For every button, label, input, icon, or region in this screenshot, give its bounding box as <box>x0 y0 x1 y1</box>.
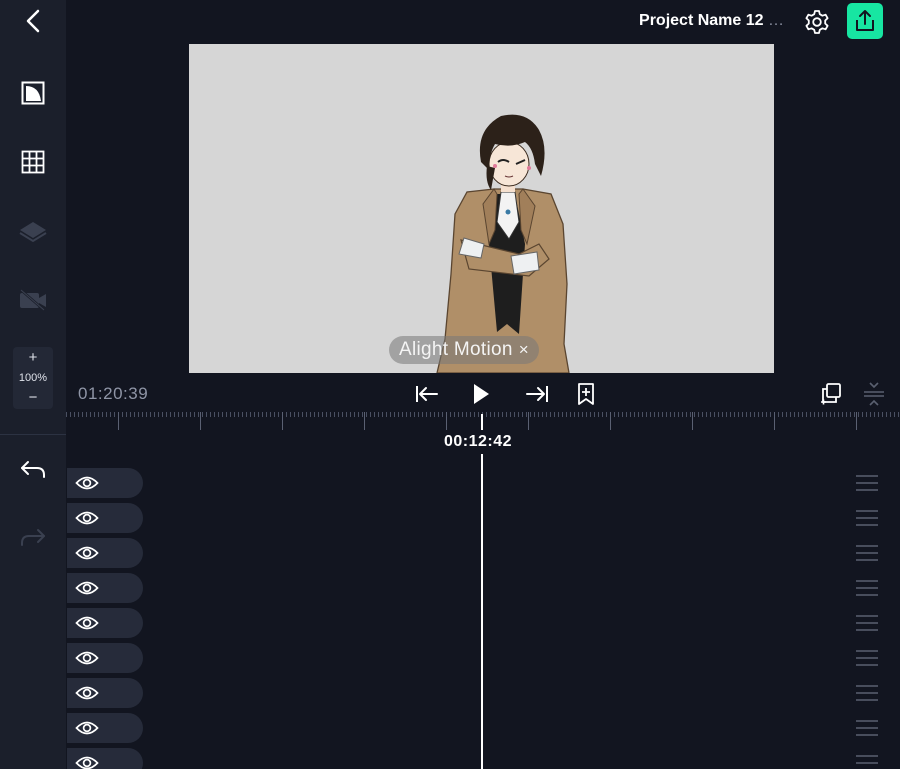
export-button[interactable] <box>847 3 883 39</box>
redo-button[interactable] <box>12 516 54 558</box>
layer-drag-handle[interactable] <box>855 648 879 668</box>
eye-icon <box>75 581 99 595</box>
skip-to-start-button[interactable] <box>413 380 441 408</box>
transport-bar: 01:20:39 <box>66 374 900 414</box>
redo-icon <box>21 529 45 546</box>
watermark-close-button[interactable]: × <box>519 340 529 360</box>
add-bookmark-button[interactable] <box>572 380 600 408</box>
drag-handle-icon <box>856 510 878 526</box>
eye-icon <box>75 546 99 560</box>
sidebar-divider <box>0 434 66 435</box>
project-name-text: Project Name 12 <box>639 12 764 29</box>
layer-visibility-toggle[interactable] <box>67 713 143 743</box>
layers-icon <box>19 222 47 243</box>
aspect-ratio-button[interactable] <box>12 72 54 114</box>
gear-icon <box>805 10 829 34</box>
aspect-ratio-icon <box>21 81 45 105</box>
skip-to-end-icon <box>526 386 548 402</box>
settings-button[interactable] <box>802 7 832 37</box>
layer-drag-handle[interactable] <box>855 683 879 703</box>
layer-drag-handle[interactable] <box>855 543 879 563</box>
preview-canvas[interactable]: Alight Motion × <box>189 44 774 373</box>
drag-handle-icon <box>856 580 878 596</box>
zoom-control: + 100% − <box>13 347 53 409</box>
skip-to-start-icon <box>416 386 438 402</box>
layer-visibility-toggle[interactable] <box>67 678 143 708</box>
layer-drag-handle[interactable] <box>855 753 879 769</box>
layer-visibility-toggle[interactable] <box>67 538 143 568</box>
chevron-left-icon <box>26 9 40 33</box>
camera-off-icon <box>20 289 46 311</box>
project-name[interactable]: Project Name 12 … <box>639 12 784 30</box>
grid-button[interactable] <box>12 141 54 183</box>
zoom-level: 100% <box>18 372 48 384</box>
layer-visibility-toggle[interactable] <box>67 643 143 673</box>
watermark-badge[interactable]: Alight Motion × <box>389 336 539 364</box>
drag-handle-icon <box>856 685 878 701</box>
duplicate-button[interactable] <box>817 380 845 408</box>
drag-handle-icon <box>856 615 878 631</box>
drag-handle-icon <box>856 545 878 561</box>
play-button[interactable] <box>467 380 495 408</box>
layer-drag-handle[interactable] <box>855 613 879 633</box>
layer-visibility-toggle[interactable] <box>67 468 143 498</box>
project-name-overflow: … <box>768 12 784 29</box>
playhead-time: 00:12:42 <box>441 430 516 454</box>
layer-drag-handle[interactable] <box>855 718 879 738</box>
watermark-text: Alight Motion <box>399 339 513 360</box>
layers-button[interactable] <box>12 210 54 252</box>
undo-icon <box>21 461 45 478</box>
layer-drag-handle[interactable] <box>855 508 879 528</box>
drag-handle-icon <box>856 755 878 764</box>
collapse-icon <box>864 382 884 406</box>
layer-visibility-toggle[interactable] <box>67 503 143 533</box>
layer-visibility-toggle[interactable] <box>67 608 143 638</box>
zoom-in-button[interactable]: + <box>29 350 38 365</box>
eye-icon <box>75 511 99 525</box>
duplicate-icon <box>821 383 841 405</box>
eye-icon <box>75 686 99 700</box>
undo-button[interactable] <box>12 448 54 490</box>
total-duration: 01:20:39 <box>78 384 149 403</box>
drag-handle-icon <box>856 650 878 666</box>
eye-icon <box>75 476 99 490</box>
zoom-out-button[interactable]: − <box>29 390 38 405</box>
playhead[interactable] <box>481 414 483 769</box>
bookmark-add-icon <box>578 383 594 405</box>
eye-icon <box>75 651 99 665</box>
eye-icon <box>75 616 99 630</box>
layer-visibility-toggle[interactable] <box>67 573 143 603</box>
eye-icon <box>75 756 99 769</box>
layer-drag-handle[interactable] <box>855 578 879 598</box>
back-button[interactable] <box>12 0 54 42</box>
left-toolbar: + 100% − <box>0 0 66 769</box>
play-icon <box>474 384 489 404</box>
share-export-icon <box>856 10 874 31</box>
collapse-timeline-button[interactable] <box>860 380 888 408</box>
top-bar: Project Name 12 … <box>66 0 900 44</box>
layer-visibility-toggle[interactable] <box>67 748 143 769</box>
drag-handle-icon <box>856 720 878 736</box>
drag-handle-icon <box>856 475 878 491</box>
character-illustration <box>436 114 570 373</box>
layer-drag-handle[interactable] <box>855 473 879 493</box>
camera-button[interactable] <box>12 279 54 321</box>
skip-to-end-button[interactable] <box>523 380 551 408</box>
eye-icon <box>75 721 99 735</box>
grid-icon <box>21 150 45 174</box>
